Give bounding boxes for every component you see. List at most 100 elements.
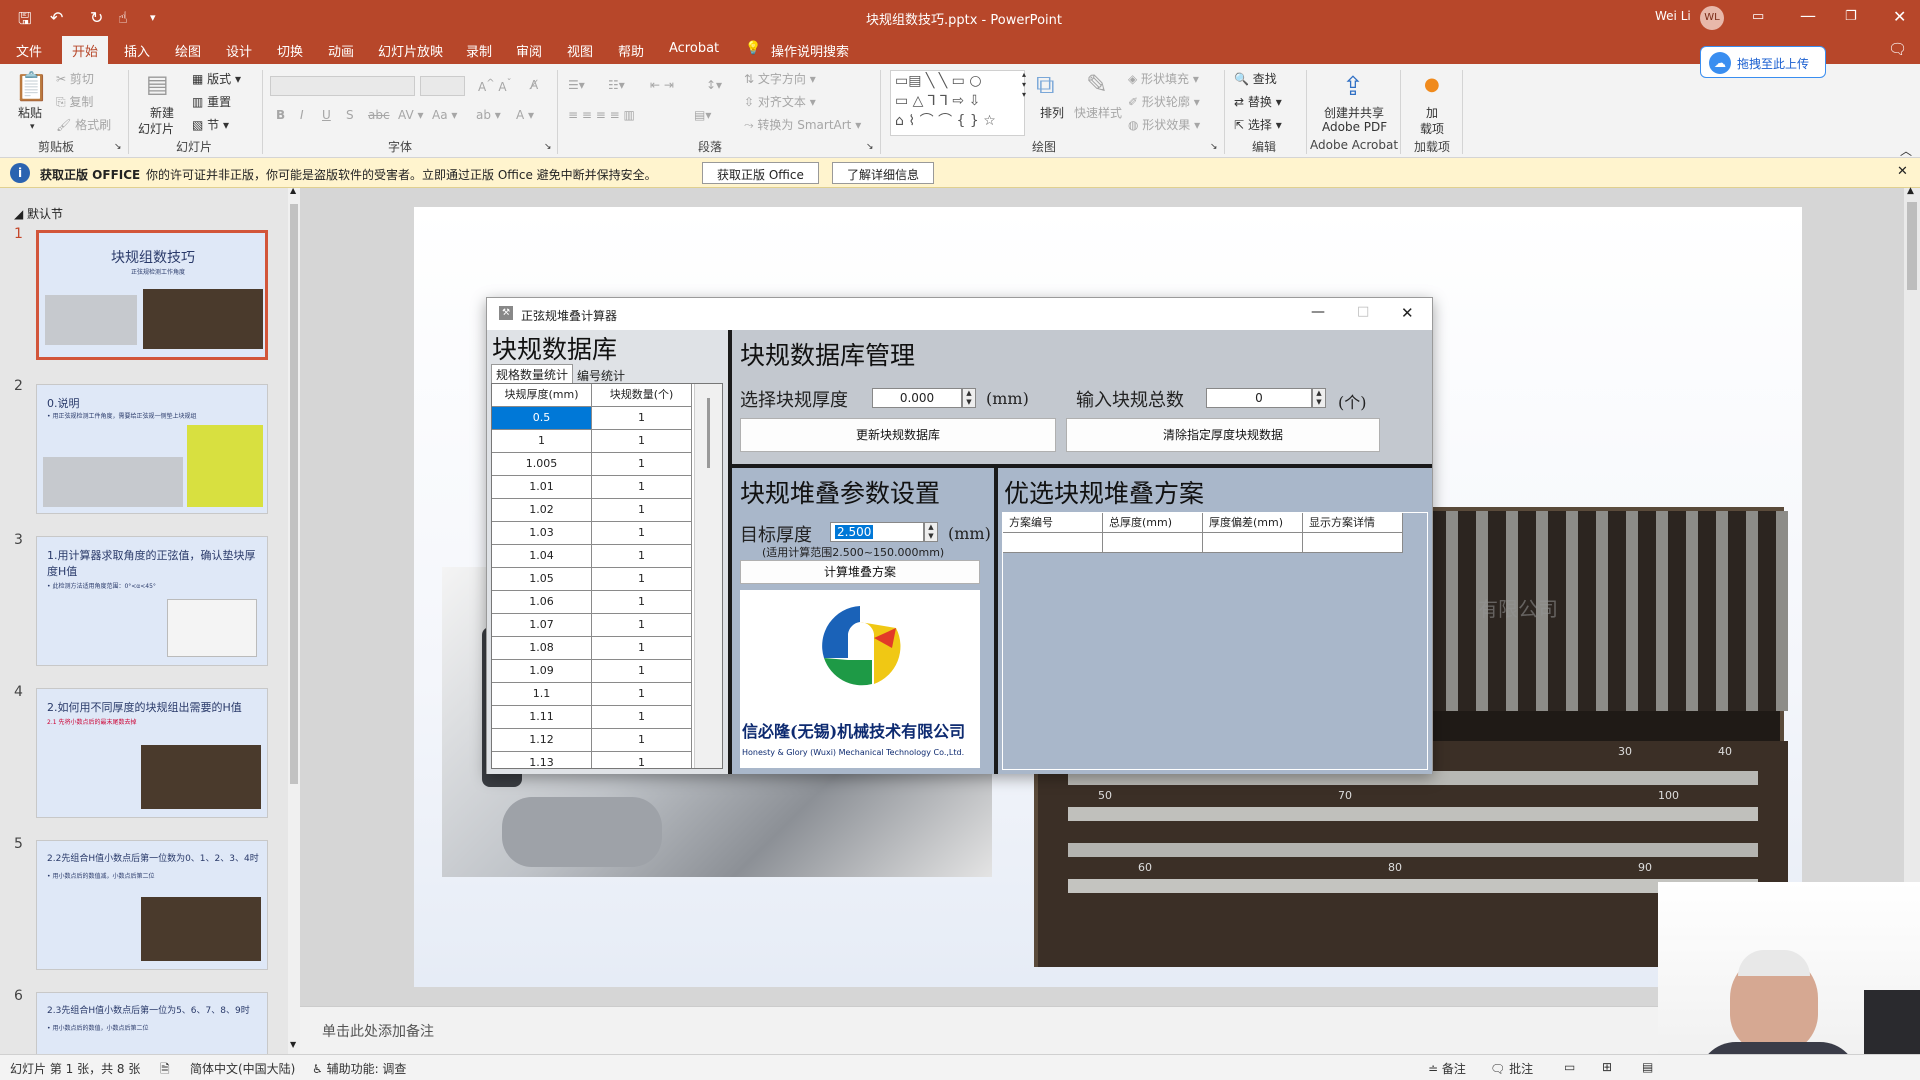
- slide-thumbnail-1[interactable]: 块规组数技巧 正弦规检测工作角度: [36, 230, 268, 360]
- table-cell-quantity[interactable]: 1: [592, 660, 692, 683]
- reset-button[interactable]: ▥ 重置: [192, 93, 231, 110]
- close-warning-icon[interactable]: ✕: [1897, 164, 1908, 179]
- paste-button[interactable]: 粘贴: [18, 104, 42, 121]
- addins-label-2[interactable]: 载项: [1420, 120, 1444, 137]
- italic-icon[interactable]: I: [300, 108, 304, 122]
- spellcheck-icon[interactable]: 🗎: [160, 1060, 170, 1080]
- convert-smartart-button[interactable]: ⤳ 转换为 SmartArt ▾: [744, 116, 861, 133]
- create-pdf-button[interactable]: 创建并共享: [1324, 104, 1384, 121]
- dialog-minimize-icon[interactable]: —: [1311, 304, 1325, 320]
- font-size-box[interactable]: [420, 76, 465, 96]
- select-thickness-input[interactable]: 0.000: [872, 388, 962, 408]
- copy-button[interactable]: ⎘ 复制: [56, 93, 93, 110]
- tab-help[interactable]: 帮助: [618, 41, 644, 60]
- calculate-stack-button[interactable]: 计算堆叠方案: [740, 560, 980, 584]
- layout-button[interactable]: ▦ 版式 ▾: [192, 70, 241, 87]
- scroll-thumb[interactable]: [290, 204, 298, 784]
- bullets-icon[interactable]: ☰▾: [568, 78, 585, 92]
- target-spinner[interactable]: ▲ ▼: [924, 522, 938, 542]
- new-slide-icon[interactable]: ▤: [146, 70, 169, 98]
- table-cell-quantity[interactable]: 1: [592, 430, 692, 453]
- table-cell-thickness[interactable]: 1: [492, 430, 592, 453]
- indent-icons[interactable]: ⇤ ⇥: [650, 78, 674, 92]
- table-cell-thickness[interactable]: 1.09: [492, 660, 592, 683]
- tab-home[interactable]: 开始: [62, 36, 109, 64]
- tab-transitions[interactable]: 切换: [277, 41, 303, 60]
- shape-fill-button[interactable]: ◈ 形状填充 ▾: [1128, 70, 1199, 87]
- scroll-thumb[interactable]: [707, 398, 710, 468]
- font-launcher-icon[interactable]: ↘: [544, 142, 552, 152]
- tab-record[interactable]: 录制: [466, 41, 492, 60]
- reading-view-icon[interactable]: ▤: [1642, 1060, 1653, 1074]
- table-cell-thickness[interactable]: 1.12: [492, 729, 592, 752]
- slide-thumbnail-6[interactable]: 2.3先组合H值小数点后第一位为5、6、7、8、9时 • 用小数点后的数值，小数…: [36, 992, 268, 1054]
- clipboard-launcher-icon[interactable]: ↘: [114, 142, 122, 152]
- clear-thickness-data-button[interactable]: 清除指定厚度块规数据: [1066, 418, 1380, 452]
- drawing-launcher-icon[interactable]: ↘: [1210, 142, 1218, 152]
- results-empty-cell[interactable]: [1003, 533, 1103, 553]
- shape-outline-button[interactable]: ✐ 形状轮廓 ▾: [1128, 93, 1200, 110]
- table-cell-quantity[interactable]: 1: [592, 453, 692, 476]
- tab-slideshow[interactable]: 幻灯片放映: [378, 41, 443, 60]
- addins-icon[interactable]: ●: [1424, 74, 1440, 95]
- touch-mode-icon[interactable]: ☝: [118, 8, 128, 27]
- tab-review[interactable]: 审阅: [516, 41, 542, 60]
- customize-qat-icon[interactable]: ▾: [150, 11, 156, 24]
- dialog-titlebar[interactable]: ⚒ 正弦规堆叠计算器 — □ ✕: [487, 298, 1432, 330]
- numbering-icon[interactable]: ☷▾: [608, 78, 625, 92]
- thickness-table[interactable]: 块规厚度(mm) 块规数量(个) 0.5 1 1 1 1.005 1 1.01 1 1.02 1 1…: [491, 383, 723, 769]
- new-slide-button[interactable]: 新建: [150, 104, 174, 121]
- table-cell-thickness[interactable]: 1.08: [492, 637, 592, 660]
- quick-styles-icon[interactable]: ✎: [1086, 70, 1108, 100]
- tell-me-search[interactable]: 操作说明搜索: [771, 41, 849, 60]
- paragraph-launcher-icon[interactable]: ↘: [866, 142, 874, 152]
- count-spinner[interactable]: ▲ ▼: [1312, 388, 1326, 408]
- table-cell-quantity[interactable]: 1: [592, 568, 692, 591]
- line-spacing-icon[interactable]: ↕▾: [706, 78, 722, 92]
- pdf-share-icon[interactable]: ⇪: [1342, 72, 1364, 102]
- undo-icon[interactable]: ↶: [50, 8, 63, 27]
- slide-thumbnail-5[interactable]: 2.2先组合H值小数点后第一位数为0、1、2、3、4时 • 用小数点后的数值减，…: [36, 840, 268, 970]
- scroll-up-icon[interactable]: ▲: [1907, 186, 1914, 196]
- avatar[interactable]: WL: [1700, 6, 1724, 30]
- thumbnails-scrollbar[interactable]: ▲ ▼: [288, 186, 300, 1054]
- tab-spec-stats[interactable]: 规格数量统计: [491, 364, 574, 383]
- tab-view[interactable]: 视图: [567, 41, 593, 60]
- highlight-icon[interactable]: ab ▾: [476, 108, 501, 122]
- minimize-icon[interactable]: —: [1800, 6, 1816, 25]
- table-cell-quantity[interactable]: 1: [592, 522, 692, 545]
- align-icons[interactable]: ≡ ≡ ≡ ≡ ▥: [568, 108, 635, 122]
- learn-more-button[interactable]: 了解详细信息: [832, 162, 935, 184]
- char-spacing-icon[interactable]: AV ▾: [398, 108, 424, 122]
- format-painter-button[interactable]: 🖌 格式刷: [56, 116, 111, 133]
- target-thickness-input[interactable]: 2.500: [830, 522, 924, 542]
- table-scrollbar[interactable]: [694, 384, 722, 768]
- table-cell-quantity[interactable]: 1: [592, 637, 692, 660]
- table-cell-thickness[interactable]: 1.07: [492, 614, 592, 637]
- paste-dropdown-icon[interactable]: ▾: [30, 122, 35, 132]
- update-database-button[interactable]: 更新块规数据库: [740, 418, 1056, 452]
- language-indicator[interactable]: 简体中文(中国大陆): [190, 1060, 295, 1077]
- scroll-up-icon[interactable]: ▲: [290, 186, 296, 195]
- table-cell-quantity[interactable]: 1: [592, 499, 692, 522]
- tab-animations[interactable]: 动画: [328, 41, 354, 60]
- table-cell-quantity[interactable]: 1: [592, 614, 692, 637]
- shadow-icon[interactable]: S: [346, 108, 354, 122]
- tab-acrobat[interactable]: Acrobat: [669, 41, 719, 56]
- table-cell-thickness[interactable]: 1.1: [492, 683, 592, 706]
- tab-design[interactable]: 设计: [226, 41, 252, 60]
- restore-icon[interactable]: ❐: [1845, 9, 1857, 24]
- upload-button[interactable]: ☁ 拖拽至此上传: [1700, 46, 1826, 78]
- arrange-button[interactable]: 排列: [1040, 104, 1064, 121]
- results-empty-cell[interactable]: [1203, 533, 1303, 553]
- table-cell-thickness[interactable]: 0.5: [492, 407, 592, 430]
- tab-insert[interactable]: 插入: [124, 41, 150, 60]
- scroll-down-icon[interactable]: ▼: [290, 1040, 296, 1049]
- table-cell-thickness[interactable]: 1.13: [492, 752, 592, 768]
- results-empty-cell[interactable]: [1103, 533, 1203, 553]
- text-direction-button[interactable]: ⇅ 文字方向 ▾: [744, 70, 816, 87]
- results-table[interactable]: 方案编号 总厚度(mm) 厚度偏差(mm) 显示方案详情: [1002, 512, 1428, 770]
- addins-button[interactable]: 加: [1426, 104, 1438, 121]
- quick-styles-button[interactable]: 快速样式: [1074, 104, 1122, 121]
- select-button[interactable]: ⇱ 选择 ▾: [1234, 116, 1282, 133]
